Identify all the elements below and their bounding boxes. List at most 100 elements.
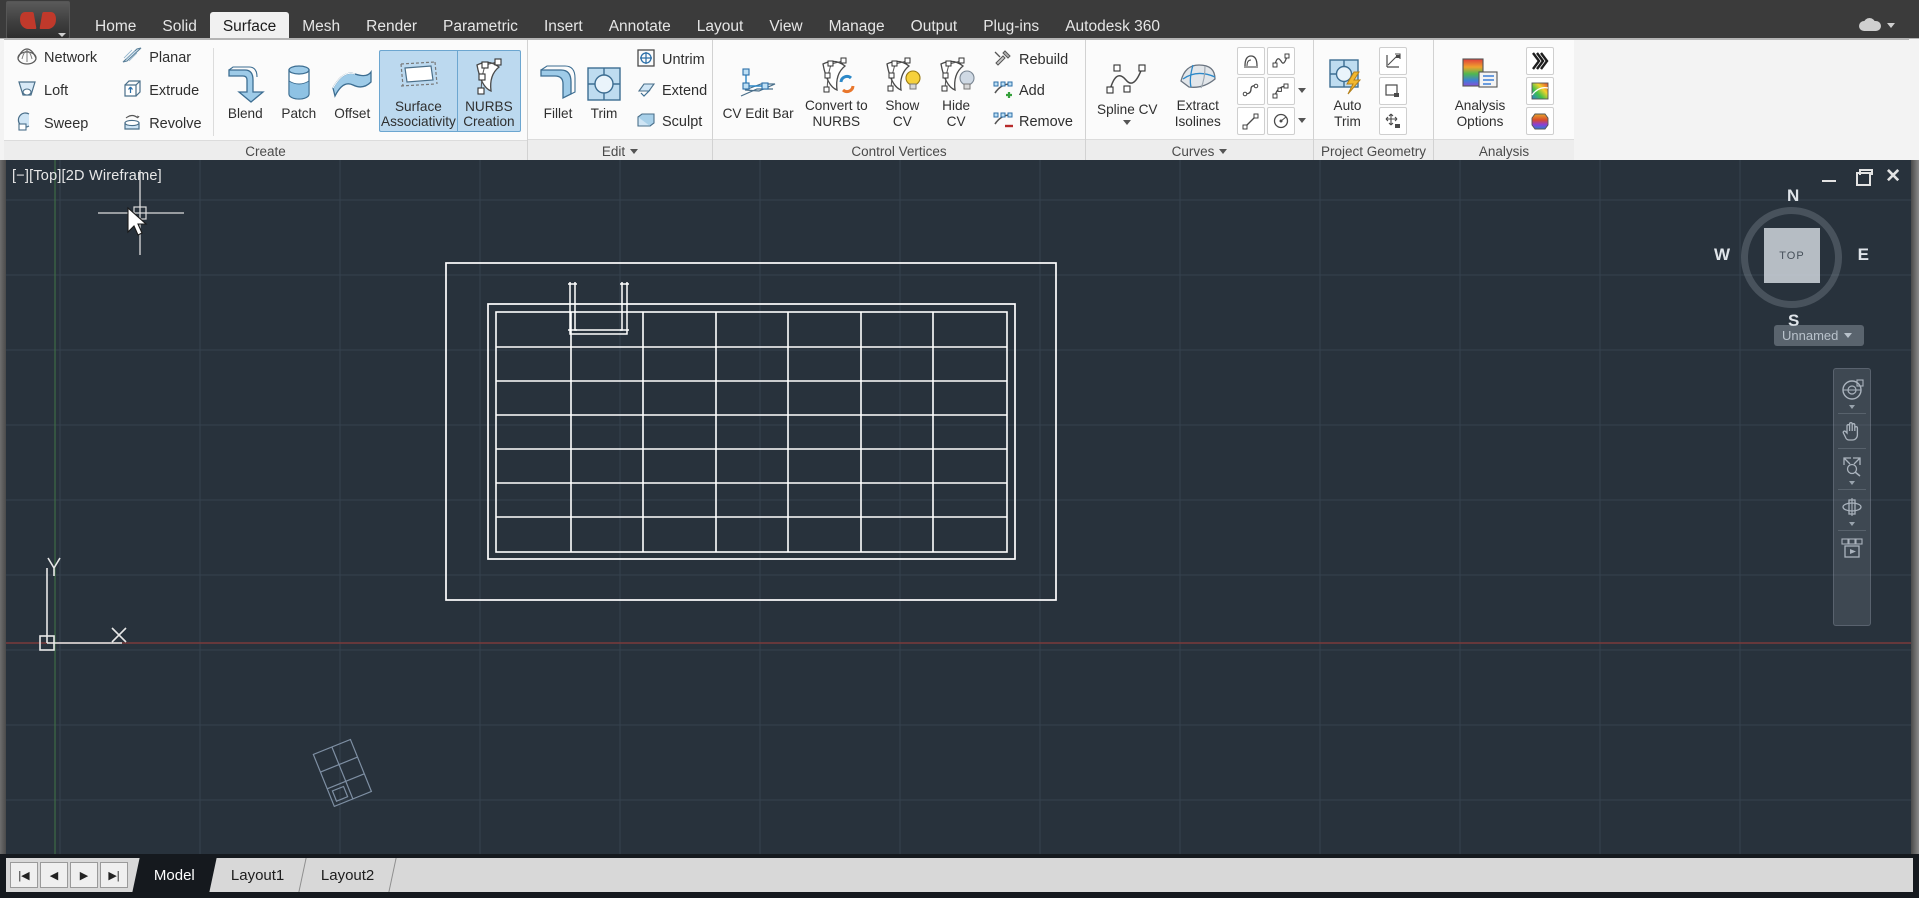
first-layout-button[interactable]: |◀: [10, 862, 38, 888]
steering-wheel-icon[interactable]: [1836, 375, 1868, 405]
viewport-label[interactable]: [−][Top][2D Wireframe]: [12, 168, 162, 184]
zoom-extents-icon[interactable]: [1836, 451, 1868, 481]
canvas-right-scrollbar[interactable]: [1911, 160, 1919, 854]
fillet-button[interactable]: Fillet: [534, 58, 582, 123]
network-button[interactable]: Network: [10, 42, 103, 74]
draft-analysis-icon[interactable]: [1526, 106, 1554, 135]
sculpt-button[interactable]: Sculpt: [630, 107, 713, 137]
cv-edit-bar-label: CV Edit Bar: [722, 105, 794, 121]
chevron-down-icon[interactable]: [1849, 522, 1855, 526]
chevron-down-icon[interactable]: [1849, 481, 1855, 485]
curve-offset-icon[interactable]: [1237, 76, 1265, 105]
auto-trim-label-1: Auto: [1333, 98, 1362, 114]
layout-tab-model[interactable]: Model: [132, 858, 217, 892]
planar-button[interactable]: Planar: [115, 42, 207, 74]
extend-button[interactable]: Extend: [630, 76, 713, 106]
chevron-down-icon[interactable]: [1849, 405, 1855, 409]
project-to-vector-icon[interactable]: [1379, 106, 1407, 135]
ribbon-tab-home[interactable]: Home: [82, 12, 149, 41]
rebuild-button[interactable]: Rebuild: [987, 45, 1079, 75]
ribbon-tab-parametric[interactable]: Parametric: [430, 12, 531, 41]
showmotion-icon[interactable]: [1836, 533, 1868, 563]
offset-button[interactable]: Offset: [326, 58, 379, 123]
zebra-analysis-icon[interactable]: [1526, 46, 1554, 75]
analysis-label-text: Analysis: [1478, 143, 1530, 159]
chevron-down-icon[interactable]: [630, 148, 639, 154]
network-surface-icon: [16, 45, 38, 71]
ribbon-tab-plug-ins[interactable]: Plug-ins: [970, 12, 1052, 41]
ribbon-tab-view[interactable]: View: [756, 12, 815, 41]
sweep-button[interactable]: Sweep: [10, 108, 103, 140]
loft-button[interactable]: Loft: [10, 75, 103, 107]
project-to-view-icon[interactable]: [1379, 76, 1407, 105]
named-view-selector[interactable]: Unnamed: [1774, 325, 1864, 346]
maximize-icon[interactable]: [1853, 168, 1874, 186]
remove-cv-button[interactable]: Remove: [987, 107, 1079, 137]
trim-button[interactable]: Trim: [582, 58, 626, 123]
ribbon-tab-annotate[interactable]: Annotate: [596, 12, 684, 41]
revolve-icon: [121, 111, 143, 137]
convert-to-nurbs-button[interactable]: Convert to NURBS: [797, 50, 875, 130]
viewcube-east[interactable]: E: [1858, 245, 1869, 265]
close-icon[interactable]: ✕: [1885, 167, 1901, 186]
chevron-down-icon[interactable]: [1123, 119, 1132, 125]
surface-trim-icon: [583, 62, 625, 106]
nurbs-creation-button[interactable]: NURBS Creation: [456, 49, 522, 133]
blend-button[interactable]: Blend: [219, 58, 272, 123]
blend-curve-icon[interactable]: [1237, 46, 1265, 75]
spline-fit-icon[interactable]: [1267, 46, 1295, 75]
patch-button[interactable]: Patch: [272, 58, 325, 123]
circle-icon[interactable]: [1267, 106, 1295, 135]
layout-tab-layout2[interactable]: Layout2: [299, 858, 398, 892]
show-cv-label-2: CV: [892, 113, 912, 129]
extract-isolines-icon: [1175, 54, 1221, 98]
untrim-button[interactable]: Untrim: [630, 45, 713, 75]
drawing-canvas[interactable]: [−][Top][2D Wireframe] ✕ TOP N S W E Unn…: [0, 160, 1919, 854]
ribbon-tab-solid[interactable]: Solid: [149, 12, 209, 41]
ribbon-tab-manage[interactable]: Manage: [816, 12, 898, 41]
show-cv-button[interactable]: Show CV: [875, 50, 929, 130]
hide-cv-button[interactable]: Hide CV: [929, 50, 983, 130]
ribbon-tab-surface[interactable]: Surface: [209, 11, 290, 40]
curves-flyout-2[interactable]: [1297, 107, 1307, 135]
extrude-button[interactable]: Extrude: [115, 75, 207, 107]
viewcube-north[interactable]: N: [1787, 186, 1799, 206]
ribbon-tab-mesh[interactable]: Mesh: [289, 12, 353, 41]
add-cv-button[interactable]: Add: [987, 76, 1079, 106]
ribbon-tab-layout[interactable]: Layout: [684, 12, 757, 41]
ribbon-tab-autodesk-360[interactable]: Autodesk 360: [1052, 12, 1173, 41]
auto-trim-button[interactable]: Auto Trim: [1320, 50, 1375, 130]
curves-flyout-1[interactable]: [1297, 77, 1307, 105]
cv-edit-bar-button[interactable]: CV Edit Bar: [719, 58, 797, 123]
project-to-ucs-icon[interactable]: [1379, 46, 1407, 75]
prev-layout-button[interactable]: ◀: [40, 862, 68, 888]
ribbon-tab-insert[interactable]: Insert: [531, 12, 596, 41]
analysis-options-button[interactable]: Analysis Options: [1440, 50, 1520, 130]
application-menu-button[interactable]: [6, 1, 70, 39]
layout-tab-layout1[interactable]: Layout1: [209, 858, 307, 892]
viewcube-west[interactable]: W: [1714, 245, 1730, 265]
surface-associativity-button[interactable]: Surface Associativity: [379, 49, 457, 133]
viewcube-top-face[interactable]: TOP: [1764, 228, 1820, 283]
rebuild-icon: [993, 48, 1013, 72]
cloud-icon[interactable]: [1859, 18, 1881, 32]
orbit-icon[interactable]: [1836, 492, 1868, 522]
revolve-button[interactable]: Revolve: [115, 108, 207, 140]
pan-icon[interactable]: [1836, 416, 1868, 446]
ribbon-tab-render[interactable]: Render: [353, 12, 430, 41]
extend-icon: [636, 79, 656, 103]
curvature-analysis-icon[interactable]: [1526, 76, 1554, 105]
viewcube[interactable]: TOP N S W E: [1714, 186, 1869, 330]
ribbon-tab-output[interactable]: Output: [898, 12, 971, 41]
line-icon[interactable]: [1237, 106, 1265, 135]
extract-isolines-button[interactable]: Extract Isolines: [1163, 50, 1234, 130]
project-geometry-label-text: Project Geometry: [1320, 143, 1427, 159]
chevron-down-icon[interactable]: [1887, 22, 1895, 28]
next-layout-button[interactable]: ▶: [70, 862, 98, 888]
curve-arc-icon[interactable]: [1267, 76, 1295, 105]
minimize-icon[interactable]: [1821, 168, 1839, 186]
chevron-down-icon[interactable]: [1219, 148, 1228, 154]
spline-cv-button[interactable]: Spline CV: [1092, 54, 1163, 126]
last-layout-button[interactable]: ▶|: [100, 862, 128, 888]
create-label-text: Create: [245, 144, 286, 159]
